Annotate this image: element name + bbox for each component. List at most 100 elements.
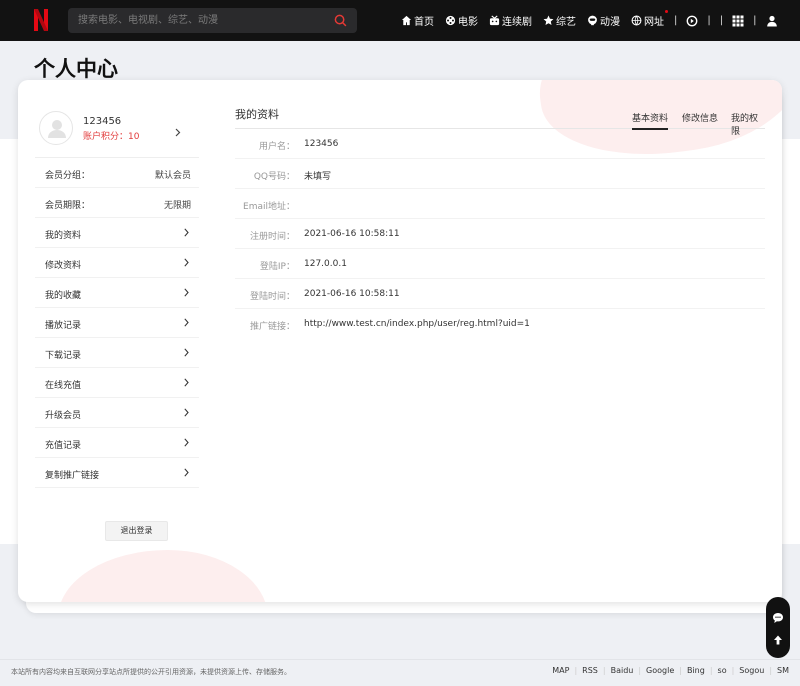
info-key: 登陆IP： [259, 262, 295, 272]
footer-separator: | [731, 666, 735, 675]
footer-separator: | [574, 666, 578, 675]
info-value: 123456 [304, 139, 339, 149]
anime-icon [588, 15, 597, 26]
chevron-right-icon [184, 408, 189, 417]
sidebar-item-upgrade[interactable]: 升级会员 [35, 398, 199, 428]
sidebar-item-edit-profile[interactable]: 修改资料 [35, 248, 199, 278]
chevron-right-icon [175, 128, 181, 137]
tab-basic-info[interactable]: 基本资料 [632, 111, 669, 130]
nav-movies[interactable]: 电影 [445, 13, 478, 28]
sidebar-item-label: 修改资料 [45, 261, 82, 271]
chevron-right-icon [184, 348, 189, 357]
nav-variety-label: 综艺 [556, 17, 576, 28]
info-row: 登陆时间： 2021-06-16 10:58:11 [235, 279, 765, 309]
star-icon [543, 15, 554, 25]
user-sidebar: 123456 账户积分：10 会员分组： 默认会员 会员期限： 无限期 我的资料… [35, 108, 199, 541]
sidebar-item-recharge-history[interactable]: 充值记录 [35, 428, 199, 458]
sidebar-item-favorites[interactable]: 我的收藏 [35, 278, 199, 308]
sidebar-item-label: 下载记录 [45, 351, 82, 361]
nav-series[interactable]: 连续剧 [489, 13, 532, 28]
sidebar-item-download-history[interactable]: 下载记录 [35, 338, 199, 368]
chevron-right-icon [184, 318, 189, 327]
profile-summary[interactable]: 123456 账户积分：10 [35, 108, 199, 158]
home-icon [401, 15, 412, 26]
info-row: 推广链接： http://www.test.cn/index.php/user/r… [235, 309, 765, 339]
member-expiry-label: 会员期限： [45, 201, 91, 211]
info-key: QQ号码： [253, 172, 295, 182]
sidebar-item-label: 升级会员 [45, 411, 82, 421]
footer-link-rss[interactable]: RSS [582, 666, 598, 675]
nav-anime-label: 动漫 [600, 17, 620, 28]
user-icon[interactable] [766, 15, 778, 27]
chevron-right-icon [184, 378, 189, 387]
footer-link-bing[interactable]: Bing [687, 666, 705, 675]
info-row: 注册时间： 2021-06-16 10:58:11 [235, 219, 765, 249]
nav-separator: | [674, 15, 678, 26]
search-input[interactable] [78, 8, 328, 33]
member-group-value: 默认会员 [154, 171, 191, 181]
info-value: 未填写 [304, 172, 332, 182]
footer-separator: | [679, 666, 682, 675]
profile-panel: 我的资料 基本资料 修改信息 我的权限 用户名： 123456 QQ号码： 未填写 … [235, 105, 765, 339]
nav-separator: | [753, 15, 757, 26]
chat-bubble-icon[interactable] [772, 612, 784, 624]
nav-movies-label: 电影 [458, 17, 478, 28]
username: 123456 [83, 116, 122, 127]
chevron-right-icon [184, 258, 189, 267]
globe-icon [631, 15, 642, 26]
referral-link[interactable]: http://www.test.cn/index.php/user/reg.ht… [304, 319, 530, 329]
sidebar-item-label: 我的收藏 [45, 291, 82, 301]
tab-edit-info[interactable]: 修改信息 [682, 111, 718, 124]
footer-link-sm[interactable]: SM [777, 666, 789, 675]
sidebar-item-label: 在线充值 [45, 381, 82, 391]
panel-header: 我的资料 基本资料 修改信息 我的权限 [235, 105, 765, 137]
info-value: 127.0.0.1 [304, 259, 347, 269]
footer-disclaimer: 本站所有内容均来自互联网分享站点所提供的公开引用资源，未提供资源上传、存储服务。 [11, 668, 291, 676]
sidebar-item-my-profile[interactable]: 我的资料 [35, 218, 199, 248]
sidebar-item-label: 播放记录 [45, 321, 82, 331]
info-row: 用户名： 123456 [235, 129, 765, 159]
chevron-right-icon [184, 438, 189, 447]
nav-anime[interactable]: 动漫 [587, 13, 620, 28]
search-icon[interactable] [334, 14, 347, 27]
search-box [68, 8, 357, 33]
sidebar-item-copy-referral[interactable]: 复制推广链接 [35, 458, 199, 488]
footer-link-sogou[interactable]: Sogou [739, 666, 764, 675]
default-avatar-icon [48, 120, 66, 138]
avatar [39, 111, 73, 145]
info-row: 登陆IP： 127.0.0.1 [235, 249, 765, 279]
sidebar-item-recharge[interactable]: 在线充值 [35, 368, 199, 398]
netflix-logo-icon[interactable] [34, 9, 48, 31]
chevron-right-icon [184, 228, 189, 237]
nav-variety[interactable]: 综艺 [543, 13, 576, 28]
footer-link-map[interactable]: MAP [552, 666, 569, 675]
panel-title: 我的资料 [235, 108, 279, 121]
history-icon[interactable] [686, 15, 698, 27]
logout-button[interactable]: 退出登录 [105, 521, 168, 541]
account-points: 账户积分：10 [83, 132, 140, 142]
grid-menu-icon[interactable] [732, 15, 744, 27]
page-title: 个人中心 [34, 58, 118, 81]
arrow-up-icon[interactable] [772, 634, 784, 646]
footer-links: MAP | RSS | Baidu | Google | Bing | so | Sogou… [552, 666, 789, 675]
chevron-right-icon [184, 288, 189, 297]
footer: 本站所有内容均来自互联网分享站点所提供的公开引用资源，未提供资源上传、存储服务。… [0, 659, 800, 686]
member-group-row: 会员分组： 默认会员 [35, 158, 199, 188]
footer-link-google[interactable]: Google [646, 666, 674, 675]
info-key: 注册时间： [249, 232, 295, 242]
info-key: 登陆时间： [249, 292, 295, 302]
footer-link-baidu[interactable]: Baidu [611, 666, 634, 675]
nav-series-label: 连续剧 [502, 17, 532, 28]
footer-link-so[interactable]: so [718, 666, 727, 675]
footer-separator: | [709, 666, 713, 675]
sidebar-item-play-history[interactable]: 播放记录 [35, 308, 199, 338]
info-value: 2021-06-16 10:58:11 [304, 229, 400, 239]
top-navbar: 首页 电影 连续剧 综艺 动漫 网址 | | | | [0, 0, 800, 41]
nav-urls[interactable]: 网址 [631, 10, 668, 28]
tv-icon [489, 15, 500, 26]
info-key: Email地址： [243, 202, 295, 212]
info-value: 2021-06-16 10:58:11 [304, 289, 400, 299]
member-group-label: 会员分组： [45, 171, 91, 181]
nav-home[interactable]: 首页 [401, 13, 434, 28]
sidebar-item-label: 充值记录 [45, 441, 82, 451]
